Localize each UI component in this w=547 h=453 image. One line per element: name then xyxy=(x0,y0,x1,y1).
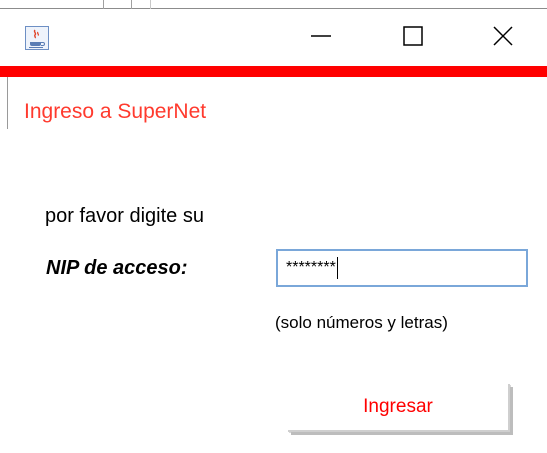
maximize-button[interactable] xyxy=(390,10,436,66)
minimize-icon xyxy=(310,25,332,52)
background-divider xyxy=(103,0,104,9)
close-icon xyxy=(492,25,514,52)
background-divider xyxy=(131,0,132,9)
maximize-icon xyxy=(403,25,423,51)
login-window: Ingreso a SuperNet por favor digite su N… xyxy=(0,0,547,453)
nip-label: NIP de acceso: xyxy=(46,257,188,279)
text-caret xyxy=(336,257,338,279)
nip-password-field[interactable]: ******** xyxy=(276,249,528,287)
title-bar[interactable] xyxy=(0,10,547,66)
background-divider xyxy=(150,0,151,9)
prompt-text: por favor digite su xyxy=(45,205,204,227)
submit-button[interactable]: Ingresar xyxy=(288,384,510,432)
panel-edge xyxy=(7,77,8,129)
background-strip xyxy=(0,0,547,9)
nip-hint: (solo números y letras) xyxy=(275,313,448,332)
nip-password-value: ******** xyxy=(286,259,336,276)
page-title: Ingreso a SuperNet xyxy=(24,100,207,123)
close-button[interactable] xyxy=(480,10,526,66)
minimize-button[interactable] xyxy=(298,10,344,66)
java-coffee-icon xyxy=(25,26,49,50)
accent-bar xyxy=(0,66,547,77)
